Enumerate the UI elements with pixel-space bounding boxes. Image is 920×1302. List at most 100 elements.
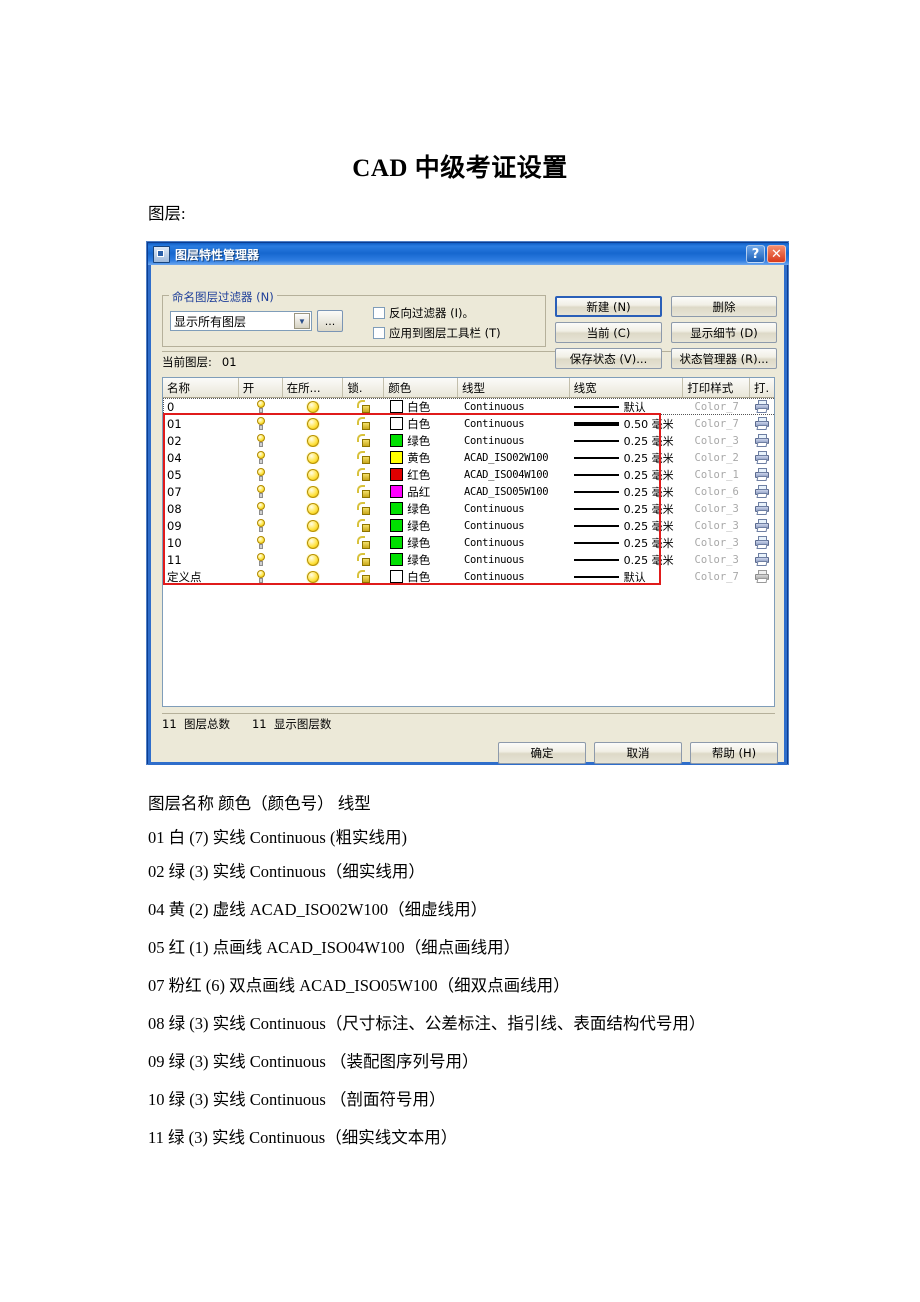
cell-lineweight[interactable]: 0.25 毫米	[570, 433, 684, 449]
bulb-on-icon[interactable]	[239, 484, 283, 499]
save-state-button[interactable]: 保存状态 (V)...	[555, 348, 662, 369]
cell-linetype[interactable]: ACAD_ISO05W100	[458, 486, 570, 498]
cell-linetype[interactable]: Continuous	[458, 537, 570, 549]
col-header-linetype[interactable]: 线型	[458, 378, 570, 397]
bulb-on-icon[interactable]	[239, 399, 283, 414]
cell-color[interactable]: 绿色	[384, 535, 458, 551]
cell-color[interactable]: 黄色	[384, 450, 458, 466]
sun-icon[interactable]	[283, 400, 344, 413]
ok-button[interactable]: 确定	[498, 742, 586, 764]
table-row[interactable]: 05 红色 ACAD_ISO04W100 0.25 毫米 Color_1	[163, 466, 774, 483]
cell-lineweight[interactable]: 0.25 毫米	[570, 484, 684, 500]
invert-filter-checkbox-row[interactable]: 反向过滤器 (I)。	[373, 305, 474, 321]
cell-color[interactable]: 白色	[384, 569, 458, 585]
set-current-button[interactable]: 当前 (C)	[555, 322, 662, 343]
table-row[interactable]: 11 绿色 Continuous 0.25 毫米 Color_3	[163, 551, 774, 568]
unlock-icon[interactable]	[343, 468, 384, 481]
cell-color[interactable]: 绿色	[384, 433, 458, 449]
unlock-icon[interactable]	[343, 536, 384, 549]
sun-icon[interactable]	[283, 519, 344, 532]
help-icon[interactable]: ?	[746, 245, 765, 263]
close-icon[interactable]: ✕	[767, 245, 786, 263]
table-row[interactable]: 01 白色 Continuous 0.50 毫米 Color_7	[163, 415, 774, 432]
cell-lineweight[interactable]: 默认	[570, 399, 684, 415]
printer-icon[interactable]	[750, 485, 774, 498]
cell-lineweight[interactable]: 0.25 毫米	[570, 450, 684, 466]
sun-icon[interactable]	[283, 434, 344, 447]
sun-icon[interactable]	[283, 570, 344, 583]
bulb-on-icon[interactable]	[239, 450, 283, 465]
table-row[interactable]: 0 白色 Continuous 默认 Color_7	[163, 398, 774, 415]
sun-icon[interactable]	[283, 553, 344, 566]
filter-combo[interactable]: 显示所有图层 ▼	[170, 311, 312, 331]
cell-linetype[interactable]: Continuous	[458, 571, 570, 583]
col-header-color[interactable]: 颜色	[384, 378, 459, 397]
table-row[interactable]: 02 绿色 Continuous 0.25 毫米 Color_3	[163, 432, 774, 449]
unlock-icon[interactable]	[343, 434, 384, 447]
help-button[interactable]: 帮助 (H)	[690, 742, 778, 764]
table-row[interactable]: 04 黄色 ACAD_ISO02W100 0.25 毫米 Color_2	[163, 449, 774, 466]
sun-icon[interactable]	[283, 451, 344, 464]
cell-color[interactable]: 绿色	[384, 552, 458, 568]
bulb-on-icon[interactable]	[239, 467, 283, 482]
bulb-on-icon[interactable]	[239, 518, 283, 533]
cell-linetype[interactable]: Continuous	[458, 520, 570, 532]
col-header-name[interactable]: 名称	[163, 378, 239, 397]
cell-lineweight[interactable]: 默认	[570, 569, 684, 585]
bulb-on-icon[interactable]	[239, 501, 283, 516]
cell-linetype[interactable]: Continuous	[458, 554, 570, 566]
col-header-plot[interactable]: 打.	[750, 378, 774, 397]
cell-linetype[interactable]: Continuous	[458, 418, 570, 430]
bulb-on-icon[interactable]	[239, 416, 283, 431]
cell-color[interactable]: 品红	[384, 484, 458, 500]
apply-to-toolbar-checkbox-row[interactable]: 应用到图层工具栏 (T)	[373, 325, 501, 341]
unlock-icon[interactable]	[343, 519, 384, 532]
table-row[interactable]: 09 绿色 Continuous 0.25 毫米 Color_3	[163, 517, 774, 534]
col-header-plotstyle[interactable]: 打印样式	[683, 378, 751, 397]
table-row[interactable]: 10 绿色 Continuous 0.25 毫米 Color_3	[163, 534, 774, 551]
apply-to-toolbar-checkbox[interactable]	[373, 327, 385, 339]
sun-icon[interactable]	[283, 502, 344, 515]
chevron-down-icon[interactable]: ▼	[294, 313, 310, 329]
table-row[interactable]: 定义点 白色 Continuous 默认 Color_7	[163, 568, 774, 585]
cell-color[interactable]: 绿色	[384, 518, 458, 534]
bulb-on-icon[interactable]	[239, 535, 283, 550]
state-manager-button[interactable]: 状态管理器 (R)...	[671, 348, 777, 369]
printer-icon[interactable]	[750, 417, 774, 430]
sun-icon[interactable]	[283, 485, 344, 498]
col-header-on[interactable]: 开	[239, 378, 283, 397]
printer-icon[interactable]	[750, 400, 774, 413]
sun-icon[interactable]	[283, 468, 344, 481]
unlock-icon[interactable]	[343, 417, 384, 430]
cell-lineweight[interactable]: 0.25 毫米	[570, 467, 684, 483]
table-row[interactable]: 07 品红 ACAD_ISO05W100 0.25 毫米 Color_6	[163, 483, 774, 500]
cancel-button[interactable]: 取消	[594, 742, 682, 764]
unlock-icon[interactable]	[343, 451, 384, 464]
cell-lineweight[interactable]: 0.50 毫米	[570, 416, 684, 432]
cell-lineweight[interactable]: 0.25 毫米	[570, 501, 684, 517]
unlock-icon[interactable]	[343, 553, 384, 566]
bulb-on-icon[interactable]	[239, 552, 283, 567]
col-header-lock[interactable]: 锁.	[343, 378, 385, 397]
table-row[interactable]: 08 绿色 Continuous 0.25 毫米 Color_3	[163, 500, 774, 517]
cell-lineweight[interactable]: 0.25 毫米	[570, 552, 684, 568]
cell-linetype[interactable]: Continuous	[458, 401, 570, 413]
cell-color[interactable]: 红色	[384, 467, 458, 483]
unlock-icon[interactable]	[343, 400, 384, 413]
bulb-on-icon[interactable]	[239, 569, 283, 584]
printer-icon[interactable]	[750, 553, 774, 566]
printer-icon[interactable]	[750, 536, 774, 549]
cell-color[interactable]: 白色	[384, 416, 458, 432]
col-header-freeze[interactable]: 在所...	[283, 378, 344, 397]
cell-lineweight[interactable]: 0.25 毫米	[570, 518, 684, 534]
col-header-lineweight[interactable]: 线宽	[570, 378, 684, 397]
unlock-icon[interactable]	[343, 570, 384, 583]
sun-icon[interactable]	[283, 536, 344, 549]
cell-linetype[interactable]: Continuous	[458, 435, 570, 447]
unlock-icon[interactable]	[343, 485, 384, 498]
cell-linetype[interactable]: ACAD_ISO02W100	[458, 452, 570, 464]
unlock-icon[interactable]	[343, 502, 384, 515]
bulb-on-icon[interactable]	[239, 433, 283, 448]
printer-icon[interactable]	[750, 434, 774, 447]
printer-off-icon[interactable]	[750, 570, 774, 583]
